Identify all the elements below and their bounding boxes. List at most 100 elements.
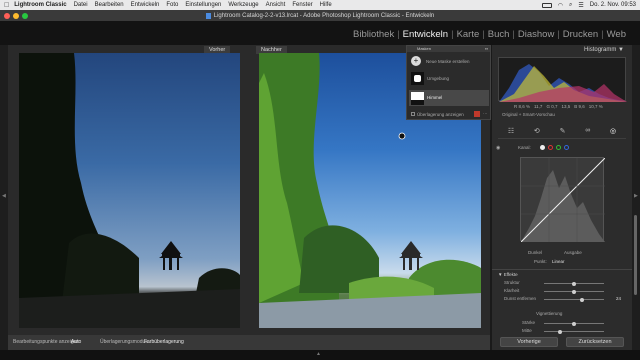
module-separator: | xyxy=(557,29,560,40)
module-diashow[interactable]: Diashow xyxy=(518,29,554,40)
menu-datei[interactable]: Datei xyxy=(74,2,88,8)
menu-bearbeiten[interactable]: Bearbeiten xyxy=(95,2,124,8)
slider-staerke[interactable] xyxy=(544,321,604,326)
red-eye-icon[interactable]: ∞ xyxy=(585,127,590,134)
curve-channel-picker xyxy=(540,145,569,150)
expand-filmstrip-icon[interactable]: ▲ xyxy=(316,351,321,357)
menu-entwickeln[interactable]: Entwickeln xyxy=(131,2,160,8)
after-gazebo xyxy=(399,241,423,270)
slider-mitte[interactable] xyxy=(544,329,604,334)
overlay-label[interactable]: Überlagerung anzeigen xyxy=(417,112,464,117)
value-dunst[interactable]: 24 xyxy=(616,296,621,301)
channel-red-dot[interactable] xyxy=(548,145,553,150)
overlay-color-swatch[interactable] xyxy=(474,111,480,117)
tone-curve-graph[interactable] xyxy=(520,157,606,243)
mask-thumb-umgebung[interactable] xyxy=(411,72,424,85)
mask-pin-icon xyxy=(398,132,406,140)
effects-title: Effekte xyxy=(503,272,518,277)
menu-foto[interactable]: Foto xyxy=(166,2,178,8)
new-mask-plus-icon[interactable]: + xyxy=(411,56,421,66)
battery-icon[interactable] xyxy=(541,2,552,8)
module-separator: | xyxy=(601,29,604,40)
masks-title: Masken xyxy=(417,46,432,51)
module-entwickeln[interactable]: Entwickeln xyxy=(403,29,448,40)
app-menu[interactable]: Lightroom Classic xyxy=(14,2,66,8)
readout-g2: 13,5 xyxy=(561,104,571,109)
slider-label-dunst: Dunst entfernen xyxy=(504,296,537,301)
masks-panel: Masken ▪▪ + Neue Maske erstellen Umgebun… xyxy=(406,45,491,120)
left-panel-collapsed[interactable]: ◀ xyxy=(0,45,8,350)
before-photo[interactable] xyxy=(19,53,240,328)
curve-point-label: Punkt: xyxy=(534,259,547,264)
masking-icon[interactable]: ◎ xyxy=(610,127,616,135)
edit-sliders-icon[interactable]: ☷ xyxy=(508,127,514,135)
reset-button[interactable]: Zurücksetzen xyxy=(566,337,624,347)
overlay-mode-label: Überlagerungsmodus: xyxy=(100,339,150,345)
module-drucken[interactable]: Drucken xyxy=(563,29,598,40)
window-titlebar: Lightroom Catalog-2-2-v13.lrcat - Adobe … xyxy=(0,10,640,21)
masks-panel-close-icon[interactable]: ▪▪ xyxy=(485,46,488,52)
zoom-window-button[interactable] xyxy=(22,13,28,19)
readout-b: B 9,6 xyxy=(574,104,585,109)
menu-ansicht[interactable]: Ansicht xyxy=(266,2,286,8)
new-mask-label[interactable]: Neue Maske erstellen xyxy=(426,59,470,64)
slider-label-struktur: Struktur xyxy=(504,280,520,285)
menu-hilfe[interactable]: Hilfe xyxy=(320,2,332,8)
slider-knob[interactable] xyxy=(580,297,584,302)
menu-einstellungen[interactable]: Einstellungen xyxy=(185,2,221,8)
overlay-mode-value[interactable]: Farbüberlagerung xyxy=(144,339,184,345)
window-title: Lightroom Catalog-2-2-v13.lrcat - Adobe … xyxy=(213,12,435,19)
tone-curve-target-icon[interactable]: ◉ xyxy=(496,145,500,151)
collapse-right-panel-icon[interactable]: ▶ xyxy=(634,193,638,199)
slider-knob[interactable] xyxy=(572,289,576,294)
slider-struktur[interactable] xyxy=(544,281,604,286)
module-buch[interactable]: Buch xyxy=(488,29,510,40)
channel-white-dot[interactable] xyxy=(540,145,545,150)
preview-info: Original + Smart-Vorschau xyxy=(502,112,555,117)
panel-scrollbar-thumb[interactable] xyxy=(634,215,637,295)
mask-more-icon[interactable]: ··· xyxy=(483,111,488,116)
healing-icon[interactable]: ✎ xyxy=(560,127,566,135)
mask-item-himmel[interactable]: Himmel xyxy=(427,95,442,100)
overlay-checkbox[interactable] xyxy=(411,112,415,116)
module-bibliothek[interactable]: Bibliothek xyxy=(353,29,394,40)
module-separator: | xyxy=(482,29,485,40)
channel-green-dot[interactable] xyxy=(556,145,561,150)
channel-blue-dot[interactable] xyxy=(564,145,569,150)
minimize-window-button[interactable] xyxy=(13,13,19,19)
histogram-header[interactable]: Histogramm ▼ xyxy=(584,47,624,53)
mask-item-himmel-row[interactable]: Himmel xyxy=(409,90,489,106)
expand-left-panel-icon[interactable]: ◀ xyxy=(2,193,6,199)
tone-curve-svg xyxy=(520,157,606,243)
histogram-title: Histogramm xyxy=(584,47,617,53)
close-window-button[interactable] xyxy=(4,13,10,19)
before-gazebo xyxy=(159,241,183,270)
filmstrip-collapsed[interactable]: ▲ xyxy=(0,350,640,360)
slider-klarheit[interactable] xyxy=(544,289,604,294)
mask-item-umgebung[interactable]: Umgebung xyxy=(427,76,449,81)
effects-header[interactable]: ▼ Effekte xyxy=(498,272,518,277)
edit-points-value[interactable]: Auto xyxy=(71,339,81,345)
module-karte[interactable]: Karte xyxy=(457,29,480,40)
curve-point-value[interactable]: Linear xyxy=(552,259,565,264)
wifi-icon[interactable]: ◠ xyxy=(558,2,563,9)
menubar-clock[interactable]: Do. 2. Nov. 09:53 xyxy=(590,2,636,8)
module-separator: | xyxy=(397,29,400,40)
slider-knob[interactable] xyxy=(572,281,576,286)
slider-knob[interactable] xyxy=(558,329,562,334)
histogram[interactable] xyxy=(498,57,627,102)
mask-thumb-himmel[interactable] xyxy=(411,92,424,105)
curve-region-right: Ausgabe xyxy=(564,250,582,255)
slider-dunst[interactable] xyxy=(544,297,604,302)
control-center-icon[interactable]: ☰ xyxy=(578,2,583,9)
menu-fenster[interactable]: Fenster xyxy=(292,2,312,8)
search-icon[interactable]: ⌕ xyxy=(569,2,572,9)
slider-knob[interactable] xyxy=(572,321,576,326)
apple-icon[interactable]:  xyxy=(4,2,9,9)
previous-button[interactable]: Vorherige xyxy=(500,337,558,347)
menu-werkzeuge[interactable]: Werkzeuge xyxy=(228,2,258,8)
module-web[interactable]: Web xyxy=(607,29,626,40)
crop-icon[interactable]: ⟲ xyxy=(534,127,540,135)
tool-strip: ☷ ⟲ ✎ ∞ ◎ xyxy=(498,123,626,139)
right-panel-scroll-column: ▶ xyxy=(632,45,640,350)
